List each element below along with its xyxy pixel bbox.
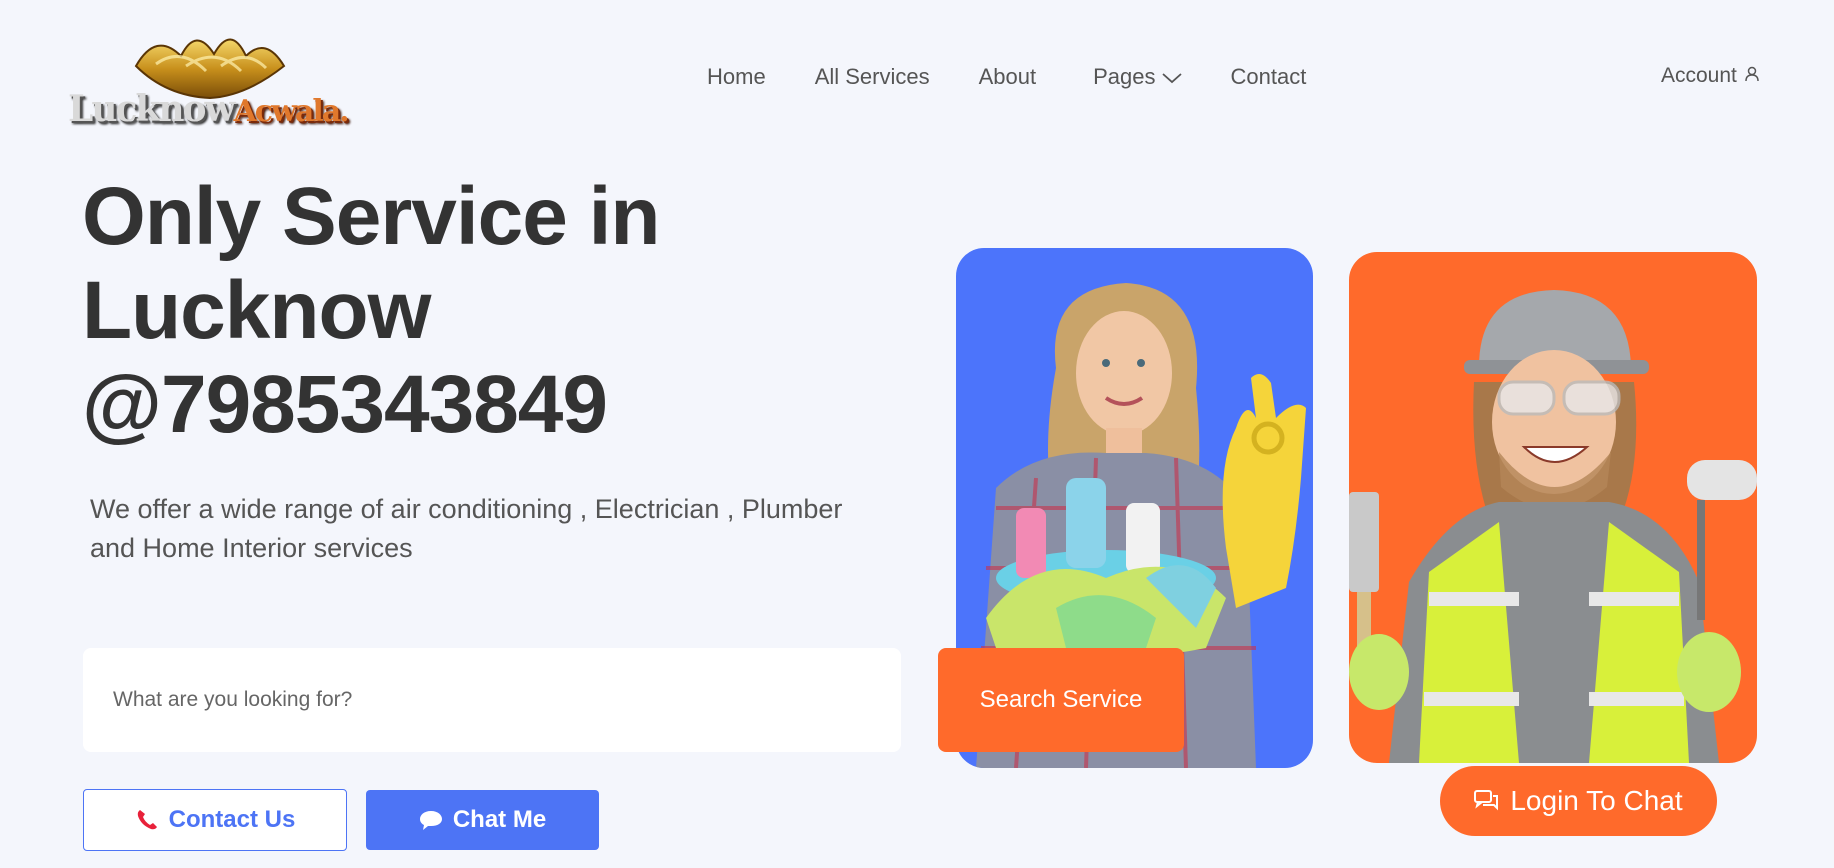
search-service-button[interactable]: Search Service bbox=[938, 648, 1184, 752]
nav-about[interactable]: About bbox=[979, 64, 1037, 90]
logo-text-acwala: Acwala. bbox=[233, 94, 350, 129]
nav-home[interactable]: Home bbox=[707, 64, 766, 90]
hero-title-line3: @7985343849 bbox=[82, 359, 608, 450]
login-to-chat-button[interactable]: Login To Chat bbox=[1440, 766, 1717, 836]
user-icon bbox=[1745, 64, 1759, 88]
site-logo[interactable]: LucknowAcwala. bbox=[66, 26, 366, 131]
account-label: Account bbox=[1661, 64, 1737, 87]
contact-us-label: Contact Us bbox=[168, 806, 296, 833]
login-to-chat-label: Login To Chat bbox=[1510, 785, 1683, 816]
construction-worker-illustration bbox=[1349, 290, 1757, 763]
chat-bubble-icon bbox=[419, 809, 443, 831]
chat-me-button[interactable]: Chat Me bbox=[366, 790, 599, 850]
nav-pages[interactable]: Pages bbox=[1093, 64, 1182, 90]
hero-subtitle: We offer a wide range of air conditionin… bbox=[90, 494, 843, 563]
main-nav: Home All Services About Pages Contact bbox=[707, 64, 1355, 90]
hero-title: Only Service in Lucknow @7985343849 bbox=[82, 170, 802, 452]
hero-title-line2: Lucknow bbox=[82, 265, 431, 356]
account-link[interactable]: Account bbox=[1661, 64, 1759, 88]
chevron-down-icon bbox=[1161, 64, 1182, 90]
worker-photo-card bbox=[1349, 252, 1757, 763]
phone-icon bbox=[135, 808, 159, 832]
logo-text-lucknow: Lucknow bbox=[68, 88, 236, 130]
contact-us-button[interactable]: Contact Us bbox=[83, 789, 347, 851]
chat-bubbles-icon bbox=[1474, 790, 1500, 812]
nav-contact[interactable]: Contact bbox=[1231, 64, 1307, 90]
search-input[interactable] bbox=[83, 648, 901, 752]
hero-title-line1: Only Service in bbox=[82, 171, 660, 262]
logo-wordmark: LucknowAcwala. bbox=[68, 88, 350, 130]
nav-pages-label: Pages bbox=[1093, 64, 1156, 89]
chat-me-label: Chat Me bbox=[452, 806, 547, 833]
nav-all-services[interactable]: All Services bbox=[815, 64, 930, 90]
